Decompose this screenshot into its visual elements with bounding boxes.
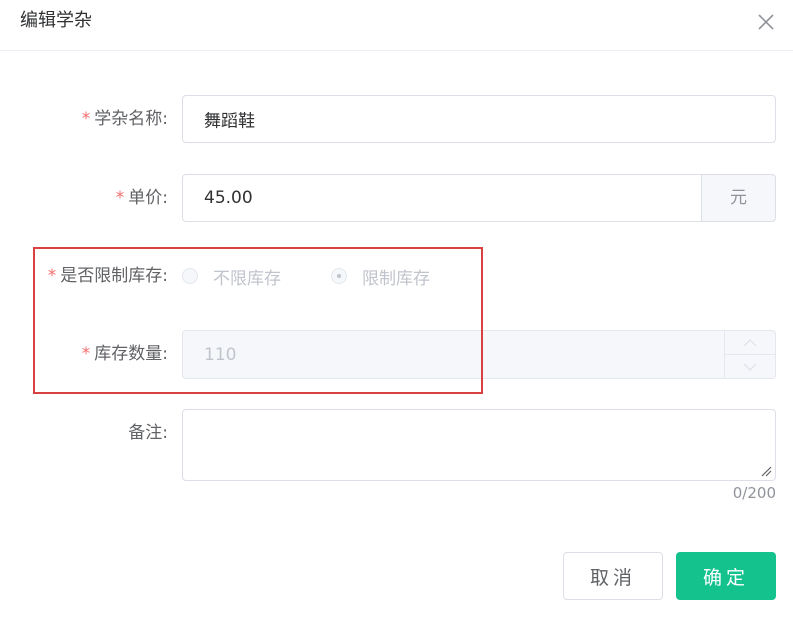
dialog-header: 编辑学杂 — [0, 0, 793, 51]
remark-textarea[interactable] — [182, 409, 776, 481]
resize-handle-icon[interactable] — [761, 466, 772, 477]
price-input-value: 45.00 — [204, 188, 253, 208]
required-mark: * — [115, 188, 125, 208]
edit-fee-dialog: 编辑学杂 * 学杂名称: 舞蹈鞋 * 单价: 45.00 元 * 是否限制库存: 不限… — [0, 0, 793, 621]
dialog-title: 编辑学杂 — [20, 10, 92, 31]
price-unit: 元 — [702, 174, 776, 222]
close-icon[interactable] — [756, 12, 776, 32]
confirm-button[interactable]: 确定 — [676, 552, 776, 600]
chevron-up-icon — [743, 338, 757, 346]
chevron-down-icon — [743, 363, 757, 371]
price-input[interactable]: 45.00 — [182, 174, 702, 222]
required-mark: * — [81, 109, 91, 129]
highlight-annotation-box — [33, 247, 483, 394]
remark-label: 备注: — [128, 421, 168, 445]
name-input[interactable]: 舞蹈鞋 — [182, 95, 776, 143]
name-input-value: 舞蹈鞋 — [204, 111, 255, 132]
remark-label-text: 备注: — [128, 423, 168, 443]
increase-button[interactable] — [725, 331, 775, 355]
price-label: * 单价: — [116, 186, 168, 210]
remark-counter: 0/200 — [732, 484, 776, 502]
cancel-button[interactable]: 取消 — [563, 552, 663, 600]
name-label-text: 学杂名称: — [94, 109, 168, 129]
stock-qty-stepper — [724, 331, 775, 378]
decrease-button[interactable] — [725, 355, 775, 378]
price-label-text: 单价: — [128, 188, 168, 208]
name-label: * 学杂名称: — [82, 107, 168, 131]
